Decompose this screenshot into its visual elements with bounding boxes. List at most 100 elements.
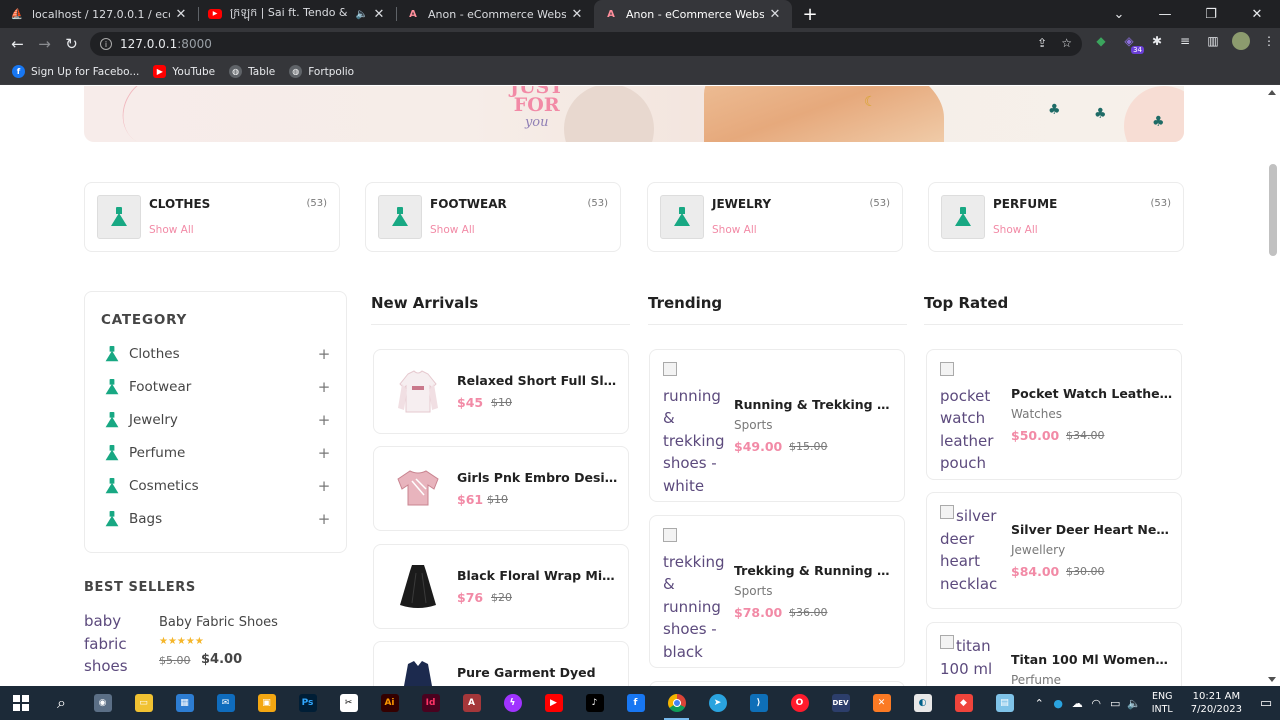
taskbar-facebook[interactable]: f	[615, 686, 656, 720]
product-title[interactable]: Pocket Watch Leather Pouch	[1011, 386, 1173, 401]
sidebar-item-jewelry[interactable]: Jewelry +	[103, 408, 331, 432]
product-title[interactable]: Running & Trekking Shoes - White	[734, 397, 896, 412]
broken-product-image[interactable]: silver deer heart necklac	[940, 505, 1006, 595]
taskbar-vscode[interactable]: ⟩	[738, 686, 779, 720]
cloud-icon[interactable]: ☁	[1068, 697, 1087, 710]
close-icon[interactable]: ✕	[768, 7, 782, 22]
plus-icon[interactable]: +	[317, 444, 331, 462]
reading-list-icon[interactable]: ≡	[1176, 32, 1194, 50]
notification-icon[interactable]: ▭	[1252, 696, 1280, 711]
new-tab-button[interactable]: +	[796, 0, 824, 28]
product-card[interactable]: silver deer heart necklac Silver Deer He…	[926, 492, 1182, 609]
taskbar-indesign[interactable]: Id	[410, 686, 451, 720]
bookmark-table[interactable]: ◍ Table	[229, 65, 275, 78]
product-card[interactable]: Girls Pnk Embro Design Top $61 $10	[373, 446, 629, 531]
start-button[interactable]	[0, 686, 41, 720]
product-card[interactable]: Pure Garment Dyed	[373, 641, 629, 686]
wifi-icon[interactable]: ◠	[1087, 697, 1106, 710]
scroll-down-arrow[interactable]	[1268, 677, 1276, 682]
taskbar-opera[interactable]: O	[779, 686, 820, 720]
taskbar-app[interactable]: ▣	[246, 686, 287, 720]
show-all-link[interactable]: Show All	[993, 224, 1038, 236]
volume-icon[interactable]: 🔈	[1125, 697, 1144, 710]
share-icon[interactable]: ⇪	[1037, 36, 1047, 50]
bookmark-star-icon[interactable]: ☆	[1061, 36, 1072, 50]
product-title[interactable]: Pure Garment Dyed	[457, 665, 619, 680]
info-icon[interactable]: i	[100, 38, 112, 50]
product-card[interactable]: trekking & running shoes - black Trekkin…	[649, 515, 905, 668]
tab-anon-1[interactable]: A Anon - eCommerce Website ✕	[396, 0, 594, 28]
broken-product-image[interactable]: titan 100 ml	[940, 635, 1006, 680]
page-scrollbar[interactable]	[1265, 86, 1280, 686]
plus-icon[interactable]: +	[317, 411, 331, 429]
sidebar-item-clothes[interactable]: Clothes +	[103, 342, 331, 366]
taskbar-explorer[interactable]: ▭	[123, 686, 164, 720]
plus-icon[interactable]: +	[317, 477, 331, 495]
best-seller-image[interactable]: baby fabric shoes	[84, 610, 146, 678]
product-title[interactable]: Trekking & Running Shoes - Black	[734, 563, 896, 578]
taskbar-access[interactable]: A	[451, 686, 492, 720]
bookmark-fortpolio[interactable]: ◍ Fortpolio	[289, 65, 354, 78]
taskbar-chrome[interactable]	[656, 686, 697, 720]
best-seller-name[interactable]: Baby Fabric Shoes	[159, 615, 278, 630]
clock[interactable]: 10:21 AM 7/20/2023	[1191, 690, 1242, 716]
taskbar-mail[interactable]: ✉	[205, 686, 246, 720]
side-panel-icon[interactable]: ▥	[1204, 32, 1222, 50]
sidebar-item-footwear[interactable]: Footwear +	[103, 375, 331, 399]
battery-icon[interactable]: ▭	[1106, 697, 1125, 710]
product-card[interactable]: pocket watch leather pouch Pocket Watch …	[926, 349, 1182, 480]
sidebar-item-bags[interactable]: Bags +	[103, 507, 331, 531]
plus-icon[interactable]: +	[317, 378, 331, 396]
taskbar-photoshop[interactable]: Ps	[287, 686, 328, 720]
network-app-icon[interactable]: ●	[1049, 697, 1068, 710]
show-all-link[interactable]: Show All	[430, 224, 475, 236]
translate-extension-icon[interactable]: ◆	[1092, 32, 1110, 50]
profile-avatar[interactable]	[1232, 32, 1250, 50]
taskbar-messenger[interactable]: ϟ	[492, 686, 533, 720]
reload-icon[interactable]: ↻	[58, 35, 85, 53]
sidebar-item-cosmetics[interactable]: Cosmetics +	[103, 474, 331, 498]
taskbar-notepad[interactable]: ▤	[984, 686, 1025, 720]
back-icon[interactable]: ←	[4, 35, 31, 53]
plus-icon[interactable]: +	[317, 345, 331, 363]
language-indicator[interactable]: ENG INTL	[1152, 690, 1173, 716]
close-window-icon[interactable]: ✕	[1234, 7, 1280, 22]
broken-product-image[interactable]: pocket watch leather pouch	[940, 362, 1006, 475]
taskbar-xampp[interactable]: ✕	[861, 686, 902, 720]
puzzle-icon[interactable]: ✱	[1148, 32, 1166, 50]
tab-search-icon[interactable]: ⌄	[1096, 7, 1142, 22]
speaker-icon[interactable]: 🔈	[356, 9, 368, 20]
broken-product-image[interactable]: running & trekking shoes - white	[663, 362, 729, 498]
close-icon[interactable]: ✕	[570, 7, 584, 22]
taskbar-mysql[interactable]: ◐	[902, 686, 943, 720]
product-card[interactable]: titan 100 ml Titan 100 Ml Womens Perfume…	[926, 622, 1182, 686]
tab-phpmyadmin[interactable]: ⛵ localhost / 127.0.0.1 / ecomersh ✕	[0, 0, 198, 28]
product-card[interactable]: running & trekking shoes - white Running…	[649, 349, 905, 502]
minimize-icon[interactable]: —	[1142, 7, 1188, 22]
product-title[interactable]: Titan 100 Ml Womens Perfume	[1011, 652, 1173, 667]
product-card[interactable]: Black Floral Wrap Midi S $76 $20	[373, 544, 629, 629]
tab-youtube[interactable]: ▶ ក្រឡុក | Sai ft. Tendo & Kamo 🔈 ✕	[198, 0, 396, 28]
chevron-up-icon[interactable]: ⌃	[1030, 697, 1049, 710]
taskbar-illustrator[interactable]: Ai	[369, 686, 410, 720]
taskbar-devc[interactable]: DEV	[820, 686, 861, 720]
sidebar-item-perfume[interactable]: Perfume +	[103, 441, 331, 465]
bookmark-youtube[interactable]: ▶ YouTube	[153, 65, 215, 78]
close-icon[interactable]: ✕	[372, 7, 386, 22]
taskbar-store[interactable]: ▦	[164, 686, 205, 720]
taskbar-tiktok[interactable]: ♪	[574, 686, 615, 720]
address-bar[interactable]: i 127.0.0.1:8000 ⇪ ☆	[90, 32, 1082, 56]
product-title[interactable]: Relaxed Short Full Sleeve T-Shirt	[457, 373, 619, 388]
close-icon[interactable]: ✕	[174, 7, 188, 22]
menu-icon[interactable]: ⋮	[1260, 32, 1278, 50]
taskbar-camera[interactable]: ◉	[82, 686, 123, 720]
maximize-icon[interactable]: ❐	[1188, 7, 1234, 22]
hero-banner[interactable]: JUST FOR you ☾ ♣ ♣ ♣	[84, 86, 1184, 142]
forward-icon[interactable]: →	[31, 35, 58, 53]
taskbar-youtube[interactable]: ▶	[533, 686, 574, 720]
product-title[interactable]: Black Floral Wrap Midi S	[457, 568, 619, 583]
tab-anon-2[interactable]: A Anon - eCommerce Website ✕	[594, 0, 792, 28]
product-title[interactable]: Silver Deer Heart Necklace	[1011, 522, 1173, 537]
product-card[interactable]: Relaxed Short Full Sleeve T-Shirt $45 $1…	[373, 349, 629, 434]
show-all-link[interactable]: Show All	[712, 224, 757, 236]
